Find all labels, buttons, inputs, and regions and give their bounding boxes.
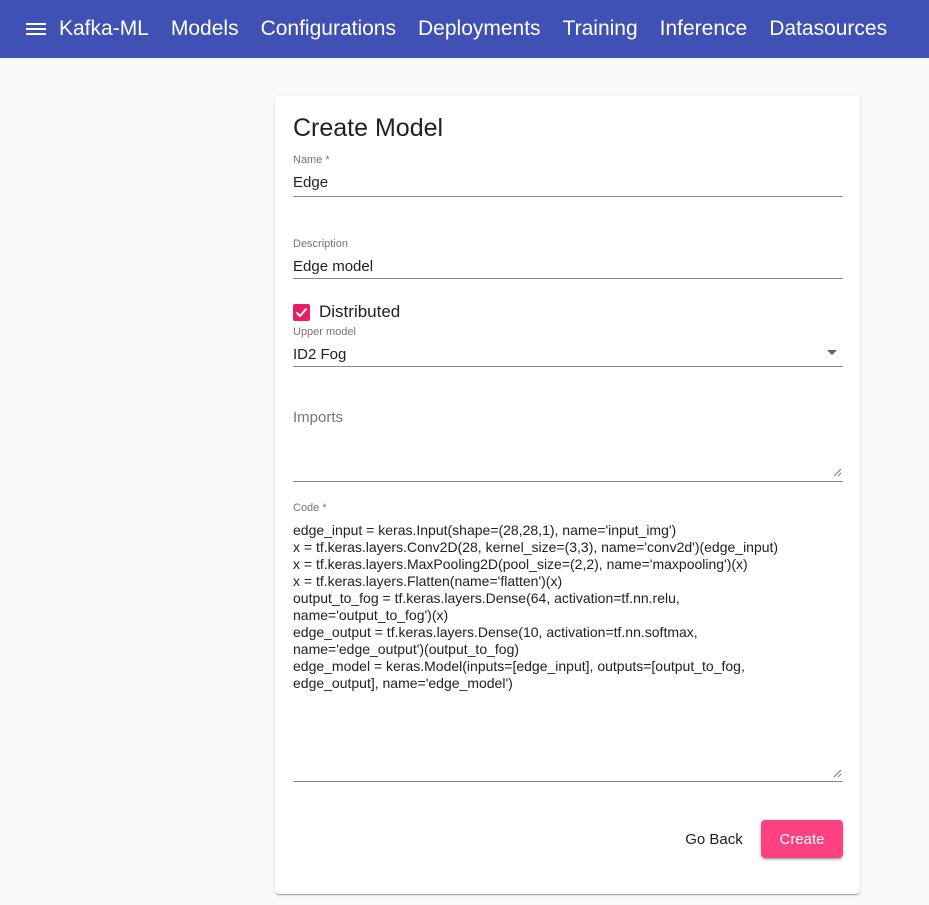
code-line: edge_output = tf.keras.layers.Dense(10, … xyxy=(293,624,698,640)
resize-handle-icon[interactable] xyxy=(833,769,842,778)
upper-model-select[interactable]: ID2 Fog xyxy=(293,346,346,363)
name-label: Name * xyxy=(293,154,330,166)
code-line: edge_model = keras.Model(inputs=[edge_in… xyxy=(293,658,745,674)
description-underline xyxy=(293,278,843,279)
code-line: edge_output], name='edge_model') xyxy=(293,675,513,691)
imports-underline xyxy=(293,481,843,482)
dropdown-arrow-icon[interactable] xyxy=(827,350,837,355)
top-navbar: Kafka-ML Models Configurations Deploymen… xyxy=(0,0,929,58)
app-brand[interactable]: Kafka-ML xyxy=(59,17,149,41)
nav-link-deployments[interactable]: Deployments xyxy=(418,17,541,41)
go-back-button[interactable]: Go Back xyxy=(673,820,755,858)
distributed-checkbox[interactable] xyxy=(293,304,310,321)
nav-link-inference[interactable]: Inference xyxy=(660,17,748,41)
create-button[interactable]: Create xyxy=(761,820,843,858)
code-line: name='edge_output')(output_to_fog) xyxy=(293,641,520,657)
distributed-label[interactable]: Distributed xyxy=(319,302,400,322)
check-icon xyxy=(295,307,308,318)
code-line: edge_input = keras.Input(shape=(28,28,1)… xyxy=(293,522,677,538)
code-textarea[interactable]: edge_input = keras.Input(shape=(28,28,1)… xyxy=(293,522,843,692)
resize-handle-icon[interactable] xyxy=(833,468,842,477)
name-input[interactable]: Edge xyxy=(293,174,328,191)
code-line: name='output_to_fog')(x) xyxy=(293,607,449,623)
description-label: Description xyxy=(293,238,349,250)
code-line: output_to_fog = tf.keras.layers.Dense(64… xyxy=(293,590,680,606)
create-model-card: Create Model Name * Edge Description Edg… xyxy=(275,96,860,894)
menu-icon[interactable] xyxy=(26,21,46,37)
description-input[interactable]: Edge model xyxy=(293,258,373,275)
nav-link-configurations[interactable]: Configurations xyxy=(261,17,396,41)
imports-textarea[interactable]: Imports xyxy=(293,409,343,426)
nav-link-datasources[interactable]: Datasources xyxy=(769,17,887,41)
code-label: Code * xyxy=(293,502,327,514)
code-line: x = tf.keras.layers.Conv2D(28, kernel_si… xyxy=(293,539,779,555)
upper-model-label: Upper model xyxy=(293,326,356,338)
code-line: x = tf.keras.layers.Flatten(name='flatte… xyxy=(293,573,563,589)
page-title: Create Model xyxy=(293,114,444,142)
code-line: x = tf.keras.layers.MaxPooling2D(pool_si… xyxy=(293,556,748,572)
upper-model-underline xyxy=(293,366,843,367)
nav-link-models[interactable]: Models xyxy=(171,17,239,41)
code-underline xyxy=(293,781,843,782)
nav-link-training[interactable]: Training xyxy=(563,17,638,41)
name-underline xyxy=(293,196,843,197)
